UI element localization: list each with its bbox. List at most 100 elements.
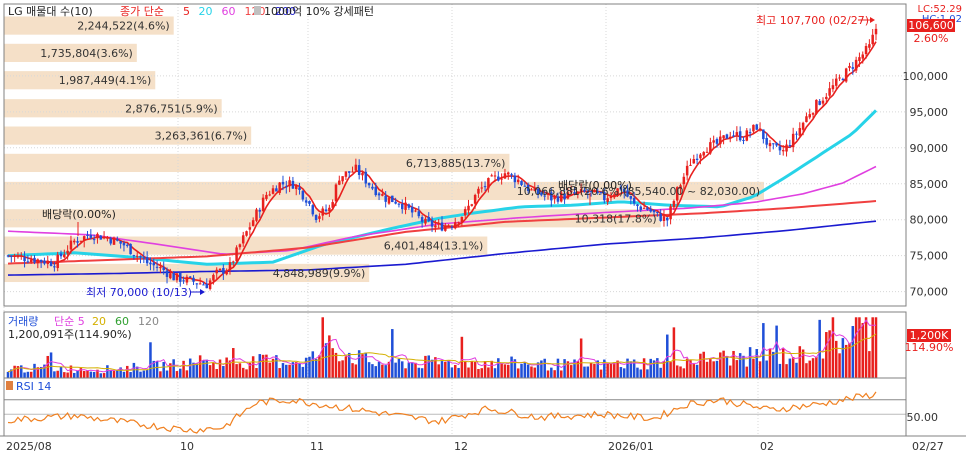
volume-bar[interactable]: [715, 360, 719, 378]
candle-body[interactable]: [391, 195, 394, 203]
candle-body[interactable]: [642, 207, 646, 209]
candle-body[interactable]: [255, 209, 258, 221]
volume-bar[interactable]: [420, 368, 424, 378]
volume-bar[interactable]: [523, 361, 527, 378]
volume-bar[interactable]: [811, 358, 815, 378]
candle-body[interactable]: [341, 176, 344, 182]
volume-bar[interactable]: [861, 322, 865, 378]
candle-body[interactable]: [864, 46, 868, 55]
candle-body[interactable]: [347, 171, 351, 173]
volume-bar[interactable]: [818, 319, 821, 378]
volume-bar[interactable]: [188, 358, 192, 378]
volume-bar[interactable]: [288, 364, 291, 378]
candle-body[interactable]: [10, 255, 13, 257]
volume-bar[interactable]: [407, 362, 411, 378]
candle-body[interactable]: [821, 100, 825, 104]
volume-bar[interactable]: [798, 346, 802, 378]
candle-body[interactable]: [132, 254, 136, 256]
volume-bar[interactable]: [540, 360, 543, 378]
volume-bar[interactable]: [453, 364, 457, 378]
volume-bar[interactable]: [245, 369, 248, 378]
candle-body[interactable]: [473, 194, 477, 204]
volume-bar[interactable]: [457, 367, 460, 378]
volume-bar[interactable]: [606, 363, 609, 378]
volume-bar[interactable]: [722, 350, 725, 378]
volume-bar[interactable]: [251, 356, 255, 378]
candle-body[interactable]: [705, 151, 709, 153]
volume-bar[interactable]: [629, 361, 633, 378]
candle-body[interactable]: [99, 235, 103, 240]
candle-body[interactable]: [82, 236, 86, 241]
candle-body[interactable]: [858, 57, 861, 61]
volume-bar[interactable]: [145, 370, 149, 378]
candle-body[interactable]: [851, 67, 855, 69]
candle-body[interactable]: [606, 198, 609, 202]
volume-bar[interactable]: [699, 353, 702, 378]
volume-bar[interactable]: [122, 371, 126, 378]
volume-bar[interactable]: [613, 362, 616, 378]
candle-body[interactable]: [752, 124, 755, 132]
candle-body[interactable]: [742, 139, 745, 141]
candle-body[interactable]: [828, 88, 831, 96]
volume-bar[interactable]: [619, 367, 623, 378]
volume-bar[interactable]: [858, 317, 861, 378]
volume-bar[interactable]: [338, 361, 341, 378]
volume-bar[interactable]: [82, 370, 86, 378]
volume-bar[interactable]: [218, 359, 222, 378]
candle-body[interactable]: [513, 175, 517, 183]
candle-body[interactable]: [79, 240, 83, 242]
candle-body[interactable]: [261, 197, 265, 212]
candle-body[interactable]: [169, 273, 172, 279]
candle-body[interactable]: [404, 202, 407, 210]
candle-body[interactable]: [39, 259, 43, 262]
volume-bar[interactable]: [516, 368, 520, 378]
volume-bar[interactable]: [642, 358, 646, 378]
volume-bar[interactable]: [622, 368, 626, 378]
candle-body[interactable]: [453, 222, 457, 229]
candle-body[interactable]: [179, 272, 182, 282]
volume-bar[interactable]: [298, 363, 301, 378]
candle-body[interactable]: [238, 244, 242, 248]
volume-bar[interactable]: [238, 363, 242, 378]
volume-bar[interactable]: [116, 370, 119, 378]
volume-bar[interactable]: [255, 368, 258, 378]
candle-body[interactable]: [258, 210, 262, 212]
candle-body[interactable]: [126, 244, 129, 246]
volume-bar[interactable]: [73, 372, 76, 378]
volume-bar[interactable]: [149, 342, 152, 378]
candle-body[interactable]: [775, 142, 778, 146]
candle-body[interactable]: [805, 116, 808, 123]
candle-body[interactable]: [815, 99, 818, 114]
candle-body[interactable]: [205, 283, 209, 289]
candle-body[interactable]: [149, 262, 152, 265]
volume-bar[interactable]: [63, 372, 66, 378]
candle-body[interactable]: [450, 226, 454, 228]
candle-body[interactable]: [102, 236, 106, 239]
candle-body[interactable]: [76, 241, 79, 243]
candle-body[interactable]: [490, 175, 493, 177]
volume-bar[interactable]: [874, 317, 878, 378]
candle-body[interactable]: [354, 164, 358, 171]
candle-body[interactable]: [344, 171, 348, 177]
candle-body[interactable]: [510, 174, 513, 176]
stock-chart[interactable]: 2,244,522(4.6%) 1,735,804(3.6%) 1,987,449(…: [0, 0, 966, 457]
volume-bar[interactable]: [593, 363, 596, 378]
volume-bar[interactable]: [53, 371, 56, 378]
candle-body[interactable]: [430, 220, 434, 227]
candle-body[interactable]: [294, 186, 298, 190]
volume-bar[interactable]: [487, 367, 490, 378]
volume-bar[interactable]: [132, 362, 136, 378]
candle-body[interactable]: [129, 243, 132, 255]
candle-body[interactable]: [427, 217, 431, 221]
candle-body[interactable]: [245, 231, 248, 236]
candle-body[interactable]: [772, 143, 775, 145]
candle-body[interactable]: [271, 188, 275, 194]
volume-bar[interactable]: [480, 368, 484, 378]
candle-body[interactable]: [669, 206, 672, 220]
volume-bar[interactable]: [99, 373, 103, 378]
candle-body[interactable]: [516, 179, 520, 183]
volume-bar[interactable]: [324, 343, 328, 378]
volume-bar[interactable]: [391, 329, 394, 378]
candle-body[interactable]: [838, 77, 841, 79]
volume-bar[interactable]: [139, 371, 142, 378]
